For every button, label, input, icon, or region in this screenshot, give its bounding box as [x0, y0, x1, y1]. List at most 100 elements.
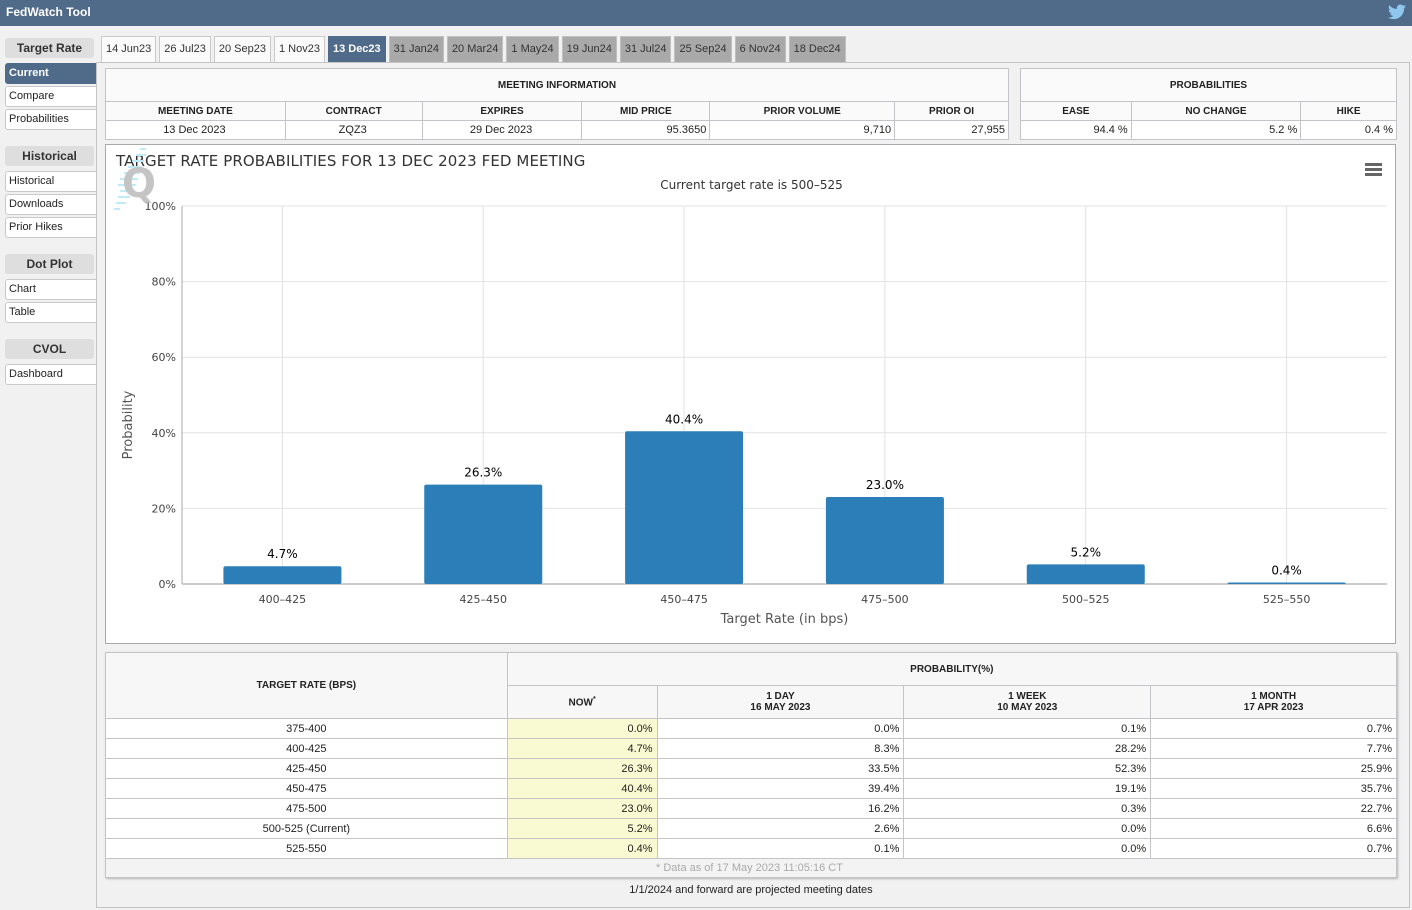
target-rate-cell: 500-525 (Current): [105, 818, 508, 839]
target-rate-chart: TARGET RATE PROBABILITIES FOR 13 DEC 202…: [105, 144, 1396, 644]
target-rate-cell: 375-400: [105, 718, 508, 739]
column-header-mid-price: MID PRICE: [581, 101, 711, 121]
sidebar-item-prior-hikes[interactable]: Prior Hikes: [5, 217, 97, 238]
column-header-hike: HIKE: [1300, 101, 1397, 121]
x-tick-label: 400–425: [259, 593, 307, 606]
column-header-ease: EASE: [1020, 101, 1132, 121]
target-rate-cell: 400-425: [105, 738, 508, 759]
probability-cell: 0.0%: [903, 818, 1152, 839]
tab-20-mar24[interactable]: 20 Mar24: [446, 36, 504, 62]
x-tick-label: 425–450: [460, 593, 508, 606]
sidebar-item-downloads[interactable]: Downloads: [5, 194, 97, 215]
sidebar-item-historical[interactable]: Historical: [5, 171, 97, 192]
y-tick-label: 60%: [152, 351, 176, 364]
target-rate-cell: 450-475: [105, 778, 508, 799]
tab-31-jan24[interactable]: 31 Jan24: [388, 36, 444, 62]
y-tick-label: 0%: [159, 578, 176, 591]
probability-history-table: TARGET RATE (BPS) PROBABILITY(%) NOW* 1 D…: [105, 652, 1398, 878]
sidebar-item-probabilities[interactable]: Probabilities: [5, 109, 97, 130]
sidebar-item-compare[interactable]: Compare: [5, 86, 97, 107]
tab-20-sep23[interactable]: 20 Sep23: [213, 36, 271, 62]
data-label: 40.4%: [665, 412, 703, 426]
column-title: NOW: [568, 697, 593, 709]
column-header-contract: CONTRACT: [284, 101, 423, 121]
twitter-icon[interactable]: [1388, 4, 1406, 20]
column-header-meeting-date: MEETING DATE: [105, 101, 286, 121]
sidebar-group-target-rate[interactable]: Target Rate: [5, 38, 94, 58]
projected-dates-note: 1/1/2024 and forward are projected meeti…: [629, 884, 873, 896]
target-rate-cell: 425-450: [105, 758, 508, 779]
sidebar-group-historical[interactable]: Historical: [5, 146, 94, 166]
quikstrike-logo-icon: Q: [114, 148, 156, 210]
tab-6-nov24[interactable]: 6 Nov24: [734, 36, 786, 62]
data-label: 23.0%: [866, 478, 904, 492]
y-tick-label: 20%: [152, 502, 176, 515]
sidebar-item-dashboard[interactable]: Dashboard: [5, 364, 97, 385]
bar-400–425[interactable]: [223, 566, 342, 584]
probability-cell: 33.5%: [656, 758, 905, 779]
column-title: 1 WEEK: [1008, 691, 1047, 702]
probability-cell: 0.3%: [903, 798, 1152, 819]
table-footer-row: * Data as of 17 May 2023 11:05:16 CT: [105, 858, 1397, 878]
probability-cell: 16.2%: [656, 798, 905, 819]
column-header-expires: EXPIRES: [421, 101, 583, 121]
probability-cell: 0.0%: [903, 838, 1152, 859]
tab-31-jul24[interactable]: 31 Jul24: [619, 36, 672, 62]
bar-525–550[interactable]: [1227, 582, 1346, 584]
probabilities-summary-table: PROBABILITIES EASE NO CHANGE HIKE 94.4 % 5.…: [1020, 68, 1397, 140]
data-label: 26.3%: [464, 466, 502, 480]
probability-cell: 0.0%: [506, 718, 658, 739]
column-header-1-day: 1 DAY 16 MAY 2023: [656, 685, 905, 719]
probability-cell: 2.6%: [656, 818, 905, 839]
prior-oi-value: 27,955: [894, 120, 1009, 140]
probability-cell: 23.0%: [506, 798, 658, 819]
probability-cell: 25.9%: [1150, 758, 1397, 779]
bar-425–450[interactable]: [424, 484, 543, 584]
probability-cell: 22.7%: [1150, 798, 1397, 819]
hike-probability: 0.4 %: [1300, 120, 1397, 140]
tab-13-dec23[interactable]: 13 Dec23: [327, 36, 386, 62]
probability-cell: 19.1%: [903, 778, 1152, 799]
x-axis-title: Target Rate (in bps): [720, 612, 849, 627]
tab-19-jun24[interactable]: 19 Jun24: [561, 36, 617, 62]
table-row: 400-425 4.7% 8.3% 28.2% 7.7%: [105, 738, 1397, 759]
sidebar-group-dot-plot[interactable]: Dot Plot: [5, 254, 94, 274]
tab-18-dec24[interactable]: 18 Dec24: [788, 36, 846, 62]
tab-1-may24[interactable]: 1 May24: [506, 36, 559, 62]
footnote-marker: *: [592, 695, 596, 703]
tab-25-sep24[interactable]: 25 Sep24: [674, 36, 732, 62]
y-tick-label: 40%: [152, 427, 176, 440]
probability-cell: 0.7%: [1150, 838, 1397, 859]
probability-cell: 0.7%: [1150, 718, 1397, 739]
expires-value: 29 Dec 2023: [421, 120, 583, 140]
sidebar-item-current[interactable]: Current: [5, 63, 97, 84]
column-date: 16 MAY 2023: [750, 702, 811, 713]
data-label: 4.7%: [267, 547, 298, 561]
target-rate-cell: 525-550: [105, 838, 508, 859]
y-tick-label: 80%: [152, 276, 176, 289]
probability-cell: 5.2%: [506, 818, 658, 839]
tab-1-nov23[interactable]: 1 Nov23: [273, 36, 325, 62]
data-label: 0.4%: [1271, 563, 1302, 577]
tab-26-jul23[interactable]: 26 Jul23: [159, 36, 211, 62]
column-header-now: NOW*: [506, 685, 658, 719]
sidebar-item-table[interactable]: Table: [5, 302, 97, 323]
column-date: 10 MAY 2023: [997, 702, 1058, 713]
table-row: 475-500 23.0% 16.2% 0.3% 22.7%: [105, 798, 1397, 819]
bar-475–500[interactable]: [825, 497, 944, 584]
sidebar-item-chart[interactable]: Chart: [5, 279, 97, 300]
column-header-no-change: NO CHANGE: [1130, 101, 1302, 121]
x-tick-label: 525–550: [1263, 593, 1311, 606]
sidebar-nav: Target Rate Current Compare Probabilities Hi…: [5, 38, 97, 387]
table-row: 375-400 0.0% 0.0% 0.1% 0.7%: [105, 718, 1397, 739]
probability-cell: 40.4%: [506, 778, 658, 799]
target-rate-cell: 475-500: [105, 798, 508, 819]
tab-14-jun23[interactable]: 14 Jun23: [101, 36, 157, 62]
bar-500–525[interactable]: [1026, 564, 1145, 584]
bar-450–475[interactable]: [625, 431, 744, 584]
sidebar-group-cvol[interactable]: CVOL: [5, 339, 94, 359]
probability-cell: 52.3%: [903, 758, 1152, 779]
svg-text:Q: Q: [122, 161, 156, 207]
probability-cell: 0.0%: [656, 718, 905, 739]
